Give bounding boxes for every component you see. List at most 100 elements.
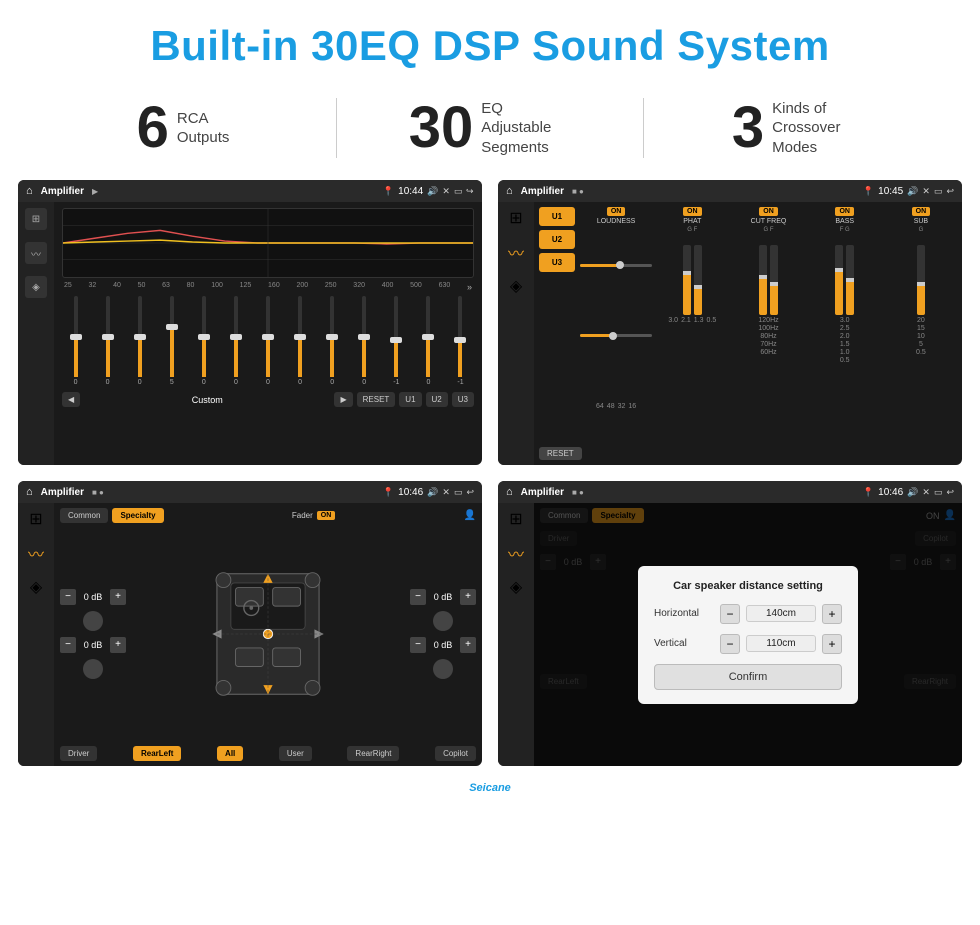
spk-minus-4[interactable]: − xyxy=(410,637,426,653)
amp-sub-on[interactable]: ON xyxy=(912,207,931,216)
dist-back-icon: ↩ xyxy=(946,487,954,498)
modal-vertical-minus[interactable]: − xyxy=(720,634,740,654)
eq-prev-btn[interactable]: ◀ xyxy=(62,392,80,407)
eq-slider-5[interactable]: 0 xyxy=(190,296,217,386)
eq-slider-9[interactable]: 0 xyxy=(319,296,346,386)
eq-reset-btn[interactable]: RESET xyxy=(357,392,396,407)
dist-status-dot: ■ ● xyxy=(572,488,584,497)
loudness-slider-2[interactable] xyxy=(580,334,652,337)
spk-sidebar-icon-2[interactable]: 〰 xyxy=(28,541,44,565)
speaker-home-icon[interactable]: ⌂ xyxy=(26,486,33,498)
eq-slider-6[interactable]: 0 xyxy=(222,296,249,386)
dist-sidebar-icon-1[interactable]: ⊞ xyxy=(509,509,522,529)
amp-bass-slider-1[interactable] xyxy=(835,245,843,315)
spk-driver-btn[interactable]: Driver xyxy=(60,746,97,761)
spk-plus-1[interactable]: + xyxy=(110,589,126,605)
eq-slider-12[interactable]: 0 xyxy=(415,296,442,386)
amp-phat-slider-1[interactable] xyxy=(683,245,691,315)
spk-user-btn[interactable]: User xyxy=(279,746,312,761)
spk-sidebar-icon-1[interactable]: ⊞ xyxy=(29,509,42,529)
amp-preset-u1[interactable]: U1 xyxy=(539,207,575,226)
spk-minus-1[interactable]: − xyxy=(60,589,76,605)
sidebar-icon-speaker[interactable]: ◈ xyxy=(25,276,47,298)
eq-sliders-area: 0 0 0 5 0 0 0 0 0 0 -1 0 -1 xyxy=(62,296,474,386)
dist-sidebar-icon-2[interactable]: 〰 xyxy=(508,541,524,565)
amp-phat-on[interactable]: ON xyxy=(683,207,702,216)
spk-minus-2[interactable]: − xyxy=(60,637,76,653)
eq-slider-10[interactable]: 0 xyxy=(351,296,378,386)
speaker-status-icons: 📍 10:46 🔊 ✕ ▭ ↩ xyxy=(383,487,474,498)
amp-bass-sliders xyxy=(835,235,854,315)
spk-plus-3[interactable]: + xyxy=(460,589,476,605)
eq-u1-btn[interactable]: U1 xyxy=(399,392,421,407)
speaker-fader-label: Fader xyxy=(292,511,313,520)
amp-sidebar-icon-2[interactable]: 〰 xyxy=(508,240,524,264)
amp-preset-u2[interactable]: U2 xyxy=(539,230,575,249)
modal-confirm-button[interactable]: Confirm xyxy=(654,664,842,690)
spk-rearright-btn[interactable]: RearRight xyxy=(347,746,399,761)
amp-phat-slider-2[interactable] xyxy=(694,245,702,315)
sidebar-icon-eq[interactable]: ⊞ xyxy=(25,208,47,230)
stat-eq: 30 EQ AdjustableSegments xyxy=(347,99,633,158)
amp-time: 10:45 xyxy=(878,186,903,197)
dist-home-icon[interactable]: ⌂ xyxy=(506,486,513,498)
car-diagram-svg xyxy=(203,559,333,709)
eq-slider-13[interactable]: -1 xyxy=(447,296,474,386)
screens-grid: ⌂ Amplifier ▶ 📍 10:44 🔊 ✕ ▭ ↩ ⊞ 〰 ◈ xyxy=(0,180,980,782)
modal-horizontal-minus[interactable]: − xyxy=(720,604,740,624)
speaker-tab-common[interactable]: Common xyxy=(60,508,108,523)
sidebar-icon-wave[interactable]: 〰 xyxy=(25,242,47,264)
spk-all-btn[interactable]: All xyxy=(217,746,243,761)
spk-vol-row-4: − 0 dB + xyxy=(410,637,476,653)
eq-slider-2[interactable]: 0 xyxy=(94,296,121,386)
speaker-sidebar: ⊞ 〰 ◈ xyxy=(18,503,54,766)
header: Built-in 30EQ DSP Sound System xyxy=(0,0,980,88)
amp-home-icon[interactable]: ⌂ xyxy=(506,185,513,197)
spk-minus-3[interactable]: − xyxy=(410,589,426,605)
eq-u2-btn[interactable]: U2 xyxy=(426,392,448,407)
speaker-on-badge[interactable]: ON xyxy=(317,511,336,520)
dist-sidebar-icon-3[interactable]: ◈ xyxy=(510,577,522,597)
amp-sidebar-icon-1[interactable]: ⊞ xyxy=(509,208,522,228)
eq-next-btn[interactable]: ▶ xyxy=(334,392,352,407)
speaker-tab-specialty[interactable]: Specialty xyxy=(112,508,163,523)
spk-plus-4[interactable]: + xyxy=(460,637,476,653)
amp-cutfreq-on[interactable]: ON xyxy=(759,207,778,216)
dist-window-icon: ▭ xyxy=(934,487,943,498)
amp-main: U1 U2 U3 ON LOUDNESS xyxy=(534,202,962,465)
amp-section-phat: ON PHAT G F 3.02.11.30.5 xyxy=(656,207,728,441)
eq-slider-8[interactable]: 0 xyxy=(287,296,314,386)
distance-screen-card: ⌂ Amplifier ■ ● 📍 10:46 🔊 ✕ ▭ ↩ ⊞ 〰 ◈ Co… xyxy=(498,481,962,766)
amp-reset-btn[interactable]: RESET xyxy=(539,447,582,460)
spk-plus-2[interactable]: + xyxy=(110,637,126,653)
eq-slider-11[interactable]: -1 xyxy=(383,296,410,386)
spk-speaker-icon-left xyxy=(83,611,103,631)
amp-cutfreq-slider-2[interactable] xyxy=(770,245,778,315)
amp-preset-u3[interactable]: U3 xyxy=(539,253,575,272)
amp-app-name: Amplifier xyxy=(521,186,564,197)
amp-bass-slider-2[interactable] xyxy=(846,245,854,315)
eq-u3-btn[interactable]: U3 xyxy=(452,392,474,407)
spk-sidebar-icon-3[interactable]: ◈ xyxy=(30,577,42,597)
modal-horizontal-plus[interactable]: + xyxy=(822,604,842,624)
eq-slider-3[interactable]: 0 xyxy=(126,296,153,386)
eq-slider-7[interactable]: 0 xyxy=(254,296,281,386)
amp-sidebar-icon-3[interactable]: ◈ xyxy=(510,276,522,296)
amp-bass-on[interactable]: ON xyxy=(835,207,854,216)
home-icon[interactable]: ⌂ xyxy=(26,185,33,197)
modal-vertical-plus[interactable]: + xyxy=(822,634,842,654)
spk-speaker-icon-left-2 xyxy=(83,659,103,679)
amp-loudness-on[interactable]: ON xyxy=(607,207,626,216)
amp-sub-title: SUB xyxy=(914,218,928,225)
speaker-top-bar: Common Specialty Fader ON 👤 xyxy=(60,508,476,523)
spk-copilot-btn[interactable]: Copilot xyxy=(435,746,476,761)
eq-slider-1[interactable]: 0 xyxy=(62,296,89,386)
amp-cutfreq-sliders xyxy=(759,235,778,315)
spk-rearleft-btn[interactable]: RearLeft xyxy=(133,746,181,761)
amp-cutfreq-slider-1[interactable] xyxy=(759,245,767,315)
loudness-slider-1[interactable] xyxy=(580,264,652,267)
eq-slider-4[interactable]: 5 xyxy=(158,296,185,386)
dist-vol-icon: 🔊 xyxy=(907,487,918,498)
amp-sub-slider-1[interactable] xyxy=(917,245,925,315)
back-icon: ↩ xyxy=(466,186,474,197)
